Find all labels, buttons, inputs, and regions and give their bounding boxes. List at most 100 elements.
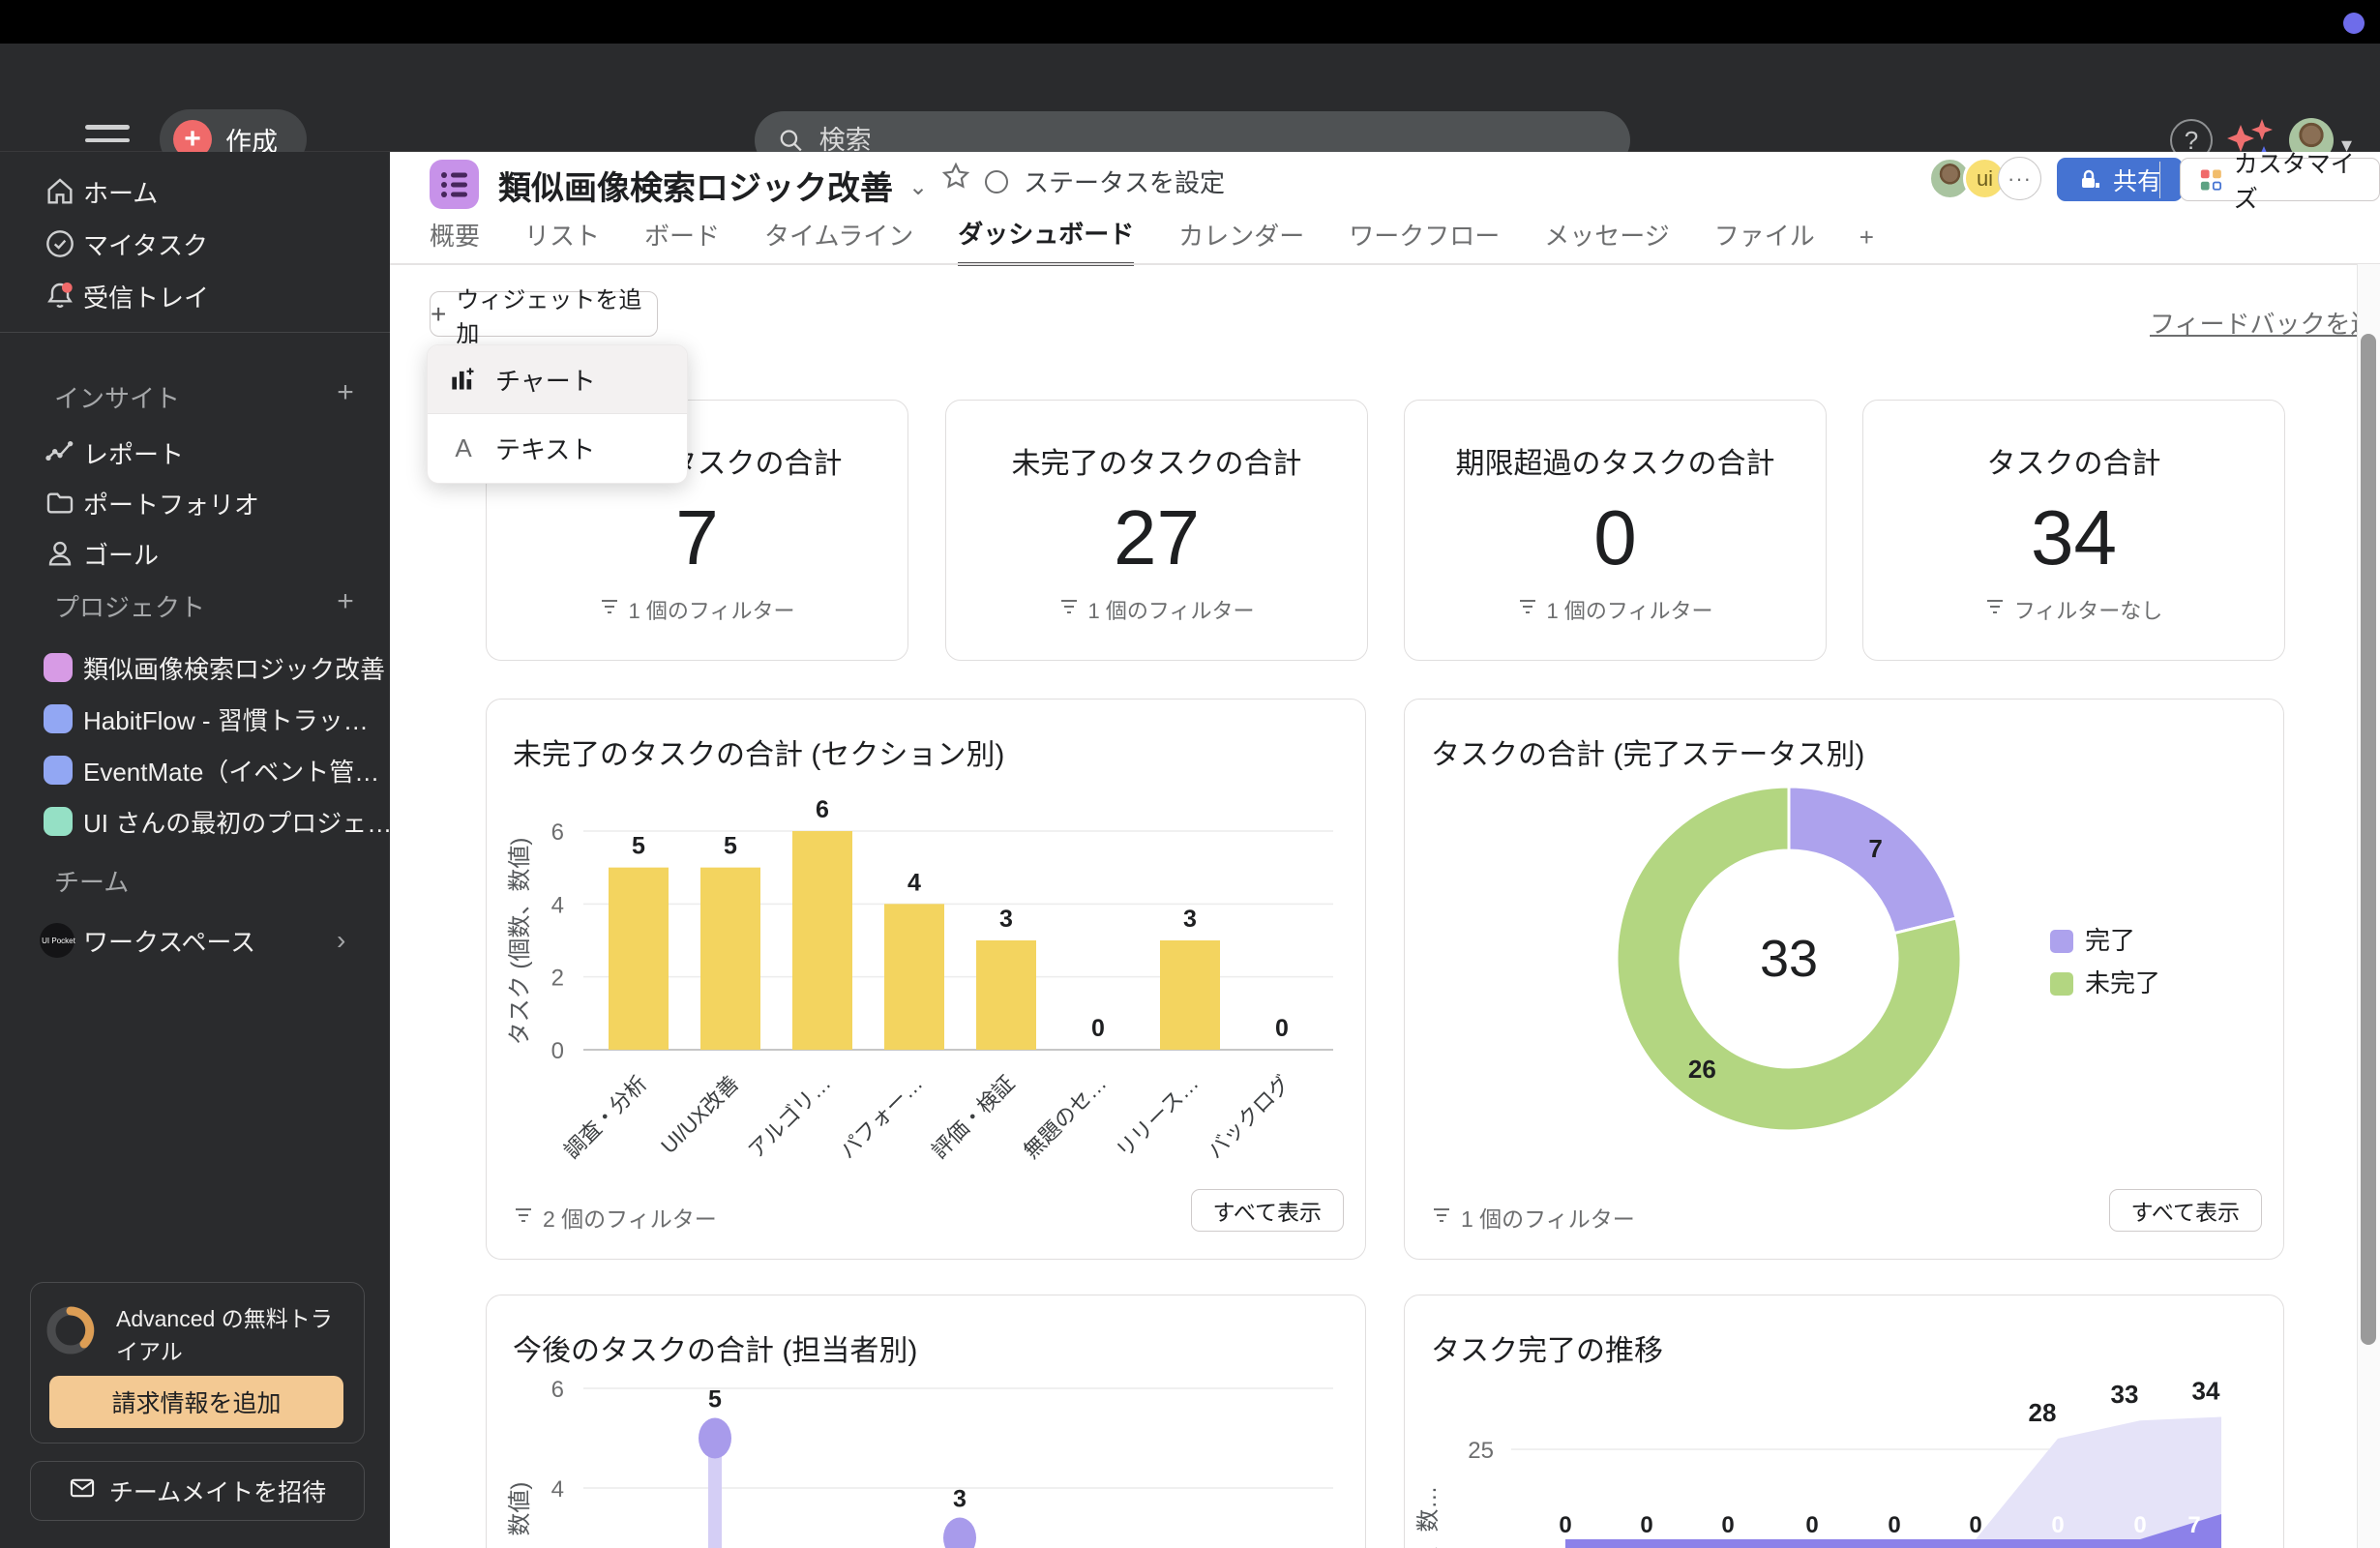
- kpi-card[interactable]: 未完了のタスクの合計 27 1 個のフィルター: [945, 400, 1368, 661]
- tab-6[interactable]: ワークフロー: [1349, 217, 1500, 264]
- scrollbar-thumb[interactable]: [2361, 334, 2376, 1345]
- set-status-button[interactable]: ステータスを設定: [985, 164, 1225, 199]
- sidebar-project-item[interactable]: EventMate（イベント管…: [0, 744, 390, 796]
- project-color-swatch: [44, 807, 73, 836]
- sidebar-item-inbox[interactable]: 受信トレイ: [0, 270, 390, 322]
- invite-teammates-button[interactable]: チームメイトを招待: [30, 1461, 365, 1521]
- workspace-logo-text: UI Pocket: [42, 936, 75, 945]
- svg-text:4: 4: [551, 892, 564, 918]
- filter-icon: [600, 597, 619, 622]
- svg-text:2: 2: [551, 966, 564, 992]
- svg-text:6: 6: [816, 796, 829, 823]
- project-icon: [430, 160, 479, 209]
- chevron-right-icon: ›: [337, 925, 346, 955]
- list-icon: [440, 171, 467, 197]
- sidebar-section-projects-add-button[interactable]: +: [329, 585, 362, 618]
- svg-text:5: 5: [724, 833, 737, 860]
- tab-2[interactable]: ボード: [644, 217, 720, 264]
- svg-text:7: 7: [1868, 834, 1882, 863]
- svg-text:未完了: 未完了: [2085, 968, 2160, 997]
- chart-filter: 1 個のフィルター: [1432, 1201, 1635, 1234]
- sidebar-project-item[interactable]: HabitFlow - 習慣トラッ…: [0, 693, 390, 745]
- project-color-swatch: [44, 653, 73, 682]
- svg-text:タスク (個数、数値): タスク (個数、数値): [507, 1482, 533, 1548]
- svg-text:6: 6: [551, 819, 564, 846]
- svg-text:26: 26: [1688, 1055, 1716, 1084]
- envelope-icon: [69, 1474, 96, 1508]
- more-members-button[interactable]: ···: [1998, 157, 2041, 200]
- sidebar-item-label: ポートフォリオ: [83, 490, 260, 520]
- kpi-card-filter: フィルターなし: [1863, 594, 2284, 625]
- sidebar-section-team[interactable]: チーム: [54, 860, 129, 901]
- kpi-card[interactable]: タスクの合計 34 フィルターなし: [1862, 400, 2285, 661]
- sidebar-item-portfolios[interactable]: ポートフォリオ: [0, 477, 390, 529]
- filter-label: フィルターなし: [2013, 599, 2163, 623]
- divider: [0, 332, 390, 333]
- svg-text:0: 0: [1091, 1015, 1105, 1042]
- bar-chart-card: 未完了のタスクの合計 (セクション別) 0 2 4 6 5 調査・分析 5 UI/UX改善 6 アル…: [486, 699, 1366, 1260]
- svg-text:5: 5: [708, 1386, 722, 1414]
- sidebar-section-insights[interactable]: インサイト: [54, 376, 180, 417]
- menu-item-chart[interactable]: チャート: [428, 345, 687, 414]
- sidebar-item-reports[interactable]: レポート: [0, 427, 390, 479]
- sidebar-item-home[interactable]: ホーム: [0, 165, 390, 218]
- kpi-card-filter: 1 個のフィルター: [946, 594, 1367, 625]
- home-icon: [44, 175, 76, 208]
- show-all-button[interactable]: すべて表示: [2108, 1189, 2262, 1232]
- svg-text:パフォー…: パフォー…: [835, 1071, 927, 1163]
- svg-text:3: 3: [1183, 906, 1197, 933]
- add-widget-button[interactable]: + ウィジェットを追加: [430, 287, 658, 347]
- sidebar-item-label: EventMate（イベント管…: [83, 757, 380, 787]
- filter-icon: [1518, 597, 1537, 622]
- tab-3[interactable]: タイムライン: [764, 217, 913, 264]
- bar-chart-plus-icon: [449, 366, 478, 393]
- filter-icon: [1432, 1205, 1451, 1231]
- tab-5[interactable]: カレンダー: [1178, 217, 1304, 264]
- kpi-card-title: タスクの合計: [1986, 448, 2161, 480]
- check-circle-icon: [44, 227, 76, 260]
- project-color-swatch: [44, 704, 73, 733]
- tab-7[interactable]: メッセージ: [1544, 217, 1669, 264]
- tab-add[interactable]: +: [1859, 223, 1874, 264]
- kpi-card-title: 期限超過のタスクの合計: [1455, 448, 1775, 480]
- sidebar-project-item[interactable]: 類似画像検索ロジック改善: [0, 641, 390, 694]
- star-icon[interactable]: [941, 162, 970, 191]
- project-header: 類似画像検索ロジック改善 ⌄ ステータスを設定 ui ··· 共有 カスタマイズ…: [390, 151, 2380, 266]
- sidebar-section-projects[interactable]: プロジェクト: [54, 585, 205, 626]
- svg-text:完了: 完了: [2085, 926, 2135, 955]
- sidebar-section-insights-add-button[interactable]: +: [329, 376, 362, 409]
- sidebar-project-item[interactable]: UI さんの最初のプロジェ…: [0, 795, 392, 848]
- kpi-card[interactable]: 期限超過のタスクの合計 0 1 個のフィルター: [1404, 400, 1827, 661]
- notification-dot: [2343, 13, 2365, 34]
- add-billing-button[interactable]: 請求情報を追加: [49, 1376, 343, 1428]
- sidebar-item-goals[interactable]: ゴール: [0, 527, 390, 580]
- feedback-link[interactable]: フィードバックを送る: [2150, 305, 2380, 341]
- tab-0[interactable]: 概要: [430, 217, 480, 264]
- tab-4[interactable]: ダッシュボード: [958, 215, 1135, 266]
- svg-text:0: 0: [2133, 1512, 2146, 1538]
- topbar: + 作成 ? ▾: [0, 44, 2380, 169]
- svg-text:0: 0: [1640, 1512, 1652, 1538]
- kpi-card-title: 未完了のタスクの合計: [1011, 448, 1302, 480]
- line-chart-icon: [44, 436, 76, 469]
- sidebar-item-workspace[interactable]: UI Pocket ワークスペース ›: [0, 914, 390, 967]
- svg-text:33: 33: [2111, 1380, 2139, 1409]
- svg-text:評価・検証: 評価・検証: [927, 1071, 1019, 1163]
- customize-button[interactable]: カスタマイズ: [2180, 151, 2380, 213]
- svg-text:5: 5: [632, 833, 645, 860]
- svg-text:0: 0: [2051, 1512, 2064, 1538]
- sidebar-item-my-tasks[interactable]: マイタスク: [0, 218, 390, 270]
- tab-1[interactable]: リスト: [524, 217, 600, 264]
- chevron-down-icon[interactable]: ⌄: [908, 173, 928, 201]
- svg-text:0: 0: [1721, 1512, 1734, 1538]
- menu-item-text[interactable]: A テキスト: [428, 414, 687, 483]
- svg-text:25: 25: [1468, 1438, 1494, 1464]
- tab-8[interactable]: ファイル: [1714, 217, 1815, 264]
- svg-text:4: 4: [551, 1476, 564, 1503]
- svg-text:0: 0: [1969, 1512, 1981, 1538]
- person-icon: [44, 537, 76, 570]
- svg-text:バックログ: バックログ: [1203, 1071, 1294, 1163]
- show-all-button[interactable]: すべて表示: [1190, 1189, 1344, 1232]
- page-title[interactable]: 類似画像検索ロジック改善: [498, 162, 893, 209]
- share-button[interactable]: 共有: [2057, 158, 2184, 201]
